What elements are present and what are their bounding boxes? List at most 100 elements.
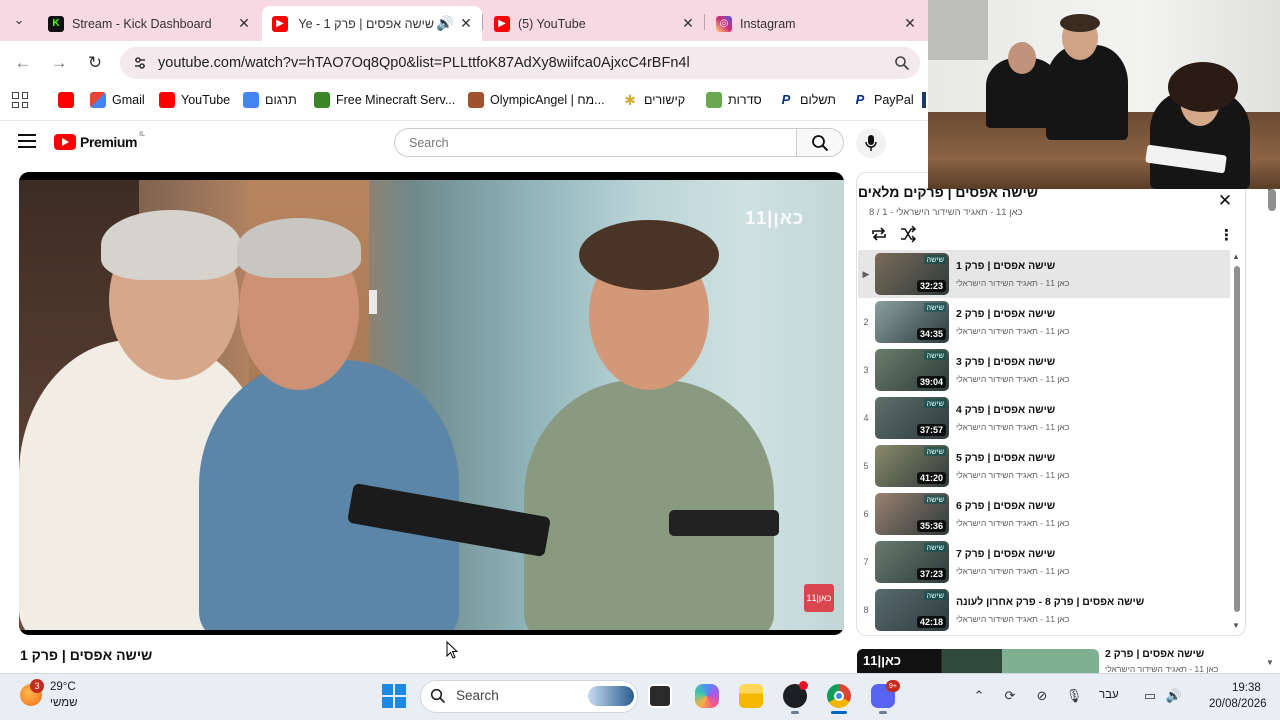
shuffle-icon[interactable] xyxy=(899,225,917,243)
url-text[interactable]: youtube.com/watch?v=hTAO7Oq8Qp0&list=PLL… xyxy=(158,55,690,71)
clock-date[interactable]: 20/08/2026 xyxy=(1209,698,1267,710)
channel-watermark: כאן|11 xyxy=(745,208,804,228)
bookmark-youtube-icon-only[interactable] xyxy=(58,92,80,108)
kick-icon: K xyxy=(48,15,64,32)
playlist-item-channel: כאן 11 - תאגיד השידור הישראלי xyxy=(956,278,1070,288)
reload-icon[interactable]: ↻ xyxy=(84,52,106,74)
youtube-icon xyxy=(159,92,175,108)
bookmark-gmail[interactable]: Gmail xyxy=(90,92,145,108)
forward-icon[interactable]: → xyxy=(48,52,70,74)
voice-search-button[interactable] xyxy=(856,128,886,158)
taskbar-search-label: Search xyxy=(456,688,499,703)
weather-condition[interactable]: שמשי xyxy=(50,697,78,709)
search-icon xyxy=(430,688,446,704)
close-tab-icon[interactable]: ✕ xyxy=(236,15,252,32)
bookmark-overflow[interactable] xyxy=(922,92,926,108)
bookmark-label: קישורים xyxy=(644,93,686,107)
input-language[interactable]: עבר xyxy=(1099,689,1119,701)
back-icon[interactable]: ← xyxy=(12,52,34,74)
bookmark-translate[interactable]: תרגום xyxy=(243,92,297,108)
network-off-icon[interactable]: ⊘ xyxy=(1033,688,1051,704)
bookmark-paypal[interactable]: P PayPal xyxy=(852,92,914,108)
bookmark-payment[interactable]: P תשלום xyxy=(778,92,836,108)
bookmark-youtube[interactable]: YouTube xyxy=(159,92,230,108)
apps-grid-icon[interactable] xyxy=(12,92,28,108)
playlist-item[interactable]: 6 שישה 35:36 שישה אפסים | פרק 6 כאן 11 - תאג… xyxy=(858,490,1230,538)
bookmark-minecraft[interactable]: Free Minecraft Serv... xyxy=(314,92,455,108)
start-windows-icon[interactable] xyxy=(382,684,406,708)
tab-search-dropdown-icon[interactable]: ⌄ xyxy=(6,8,32,32)
bookmark-label: סדרות xyxy=(728,93,762,107)
close-tab-icon[interactable]: ✕ xyxy=(680,15,696,32)
thumbnail-label: שישה xyxy=(924,351,946,360)
playlist-item-thumbnail: שישה 34:35 xyxy=(875,301,949,343)
video-duration: 37:23 xyxy=(916,568,946,580)
bookmark-series[interactable]: סדרות xyxy=(706,92,762,108)
playlist-item[interactable]: 3 שישה 39:04 שישה אפסים | פרק 3 כאן 11 - תאג… xyxy=(858,346,1230,394)
bookmark-olympicangel[interactable]: OlympicAngel | מח... xyxy=(468,92,605,108)
tab-youtube-episode[interactable]: ▶ שישה אפסים | פרק 1 - Ye 🔊 ✕ xyxy=(262,6,482,41)
thumbnail-label: שישה xyxy=(924,495,946,504)
tab-separator xyxy=(482,14,483,30)
scroll-up-icon[interactable]: ▲ xyxy=(1232,252,1240,261)
page-scrollbar[interactable] xyxy=(1268,189,1276,211)
playlist-item-title: שישה אפסים | פרק 2 xyxy=(956,308,1056,320)
search-input[interactable]: Search xyxy=(394,128,797,157)
hamburger-menu-icon[interactable] xyxy=(18,134,36,148)
playlist-item-title: שישה אפסים | פרק 6 xyxy=(956,500,1056,512)
tab-instagram[interactable]: ◎ Instagram ✕ xyxy=(706,6,926,41)
display-icon[interactable]: ▭ xyxy=(1141,688,1159,704)
playlist-item[interactable]: ▶ שישה 32:23 שישה אפסים | פרק 1 כאן 11 - תאג… xyxy=(858,250,1230,298)
copilot-icon[interactable] xyxy=(695,684,719,708)
microphone-icon[interactable]: 🎙 xyxy=(1065,688,1083,704)
page-scroll-down-icon[interactable]: ▼ xyxy=(1266,658,1274,667)
video-player[interactable]: כאן|11 כאן|11 xyxy=(19,172,844,635)
playlist-item-title: שישה אפסים | פרק 5 xyxy=(956,452,1056,464)
file-explorer-icon[interactable] xyxy=(739,684,763,708)
playlist-item-thumbnail: שישה 41:20 xyxy=(875,445,949,487)
tray-overflow-icon[interactable]: ⌃ xyxy=(970,688,988,704)
paypal-icon: P xyxy=(781,92,791,107)
video-duration: 34:35 xyxy=(916,328,946,340)
chrome-center xyxy=(834,691,844,701)
site-info-icon[interactable] xyxy=(132,55,148,71)
youtube-icon: ▶ xyxy=(272,15,288,32)
loop-icon[interactable] xyxy=(870,225,888,243)
close-tab-icon[interactable]: ✕ xyxy=(902,15,918,32)
clock-time[interactable]: 19:38 xyxy=(1232,682,1261,694)
bookmark-links[interactable]: ✱ קישורים xyxy=(622,92,685,108)
video-duration: 41:20 xyxy=(916,472,946,484)
playlist-item-title: שישה אפסים | פרק 1 xyxy=(956,260,1056,272)
next-video-thumbnail[interactable]: כאן|11 xyxy=(857,649,1099,673)
youtube-premium-logo[interactable]: Premium IL xyxy=(54,131,145,150)
playlist-scrollbar[interactable] xyxy=(1234,266,1240,612)
tab-kick-dashboard[interactable]: K Stream - Kick Dashboard ✕ xyxy=(38,6,260,41)
playlist-item[interactable]: 8 שישה 42:18 שישה אפסים | פרק 8 - פרק אחרון… xyxy=(858,586,1230,634)
weather-temperature[interactable]: 29°C xyxy=(50,681,76,693)
playlist-item[interactable]: 4 שישה 37:57 שישה אפסים | פרק 4 כאן 11 - תאג… xyxy=(858,394,1230,442)
active-indicator xyxy=(831,711,847,714)
bookmark-label: Free Minecraft Serv... xyxy=(336,93,456,107)
close-playlist-icon[interactable]: ✕ xyxy=(1216,191,1234,210)
playlist-item[interactable]: 5 שישה 41:20 שישה אפסים | פרק 5 כאן 11 - תאג… xyxy=(858,442,1230,490)
playlist-item[interactable]: 7 שישה 37:23 שישה אפסים | פרק 7 כאן 11 - תאג… xyxy=(858,538,1230,586)
playlist-item-index: ▶ xyxy=(862,268,870,279)
speaker-icon[interactable]: 🔊 xyxy=(434,15,456,32)
next-video-title[interactable]: שישה אפסים | פרק 2 xyxy=(1105,648,1204,660)
playlist-item-channel: כאן 11 - תאגיד השידור הישראלי xyxy=(956,566,1070,576)
youtube-icon xyxy=(58,92,74,108)
scroll-down-icon[interactable]: ▼ xyxy=(1232,621,1240,630)
search-button[interactable] xyxy=(796,128,844,157)
tab-title: (5) YouTube xyxy=(518,16,586,31)
close-tab-icon[interactable]: ✕ xyxy=(458,15,474,32)
bookmark-label: OlympicAngel | מח... xyxy=(490,93,605,107)
zoom-search-icon[interactable] xyxy=(894,55,910,71)
microphone-icon xyxy=(865,135,877,151)
volume-icon[interactable]: 🔊 xyxy=(1165,688,1183,704)
task-view-icon[interactable] xyxy=(648,684,672,708)
more-options-icon[interactable]: ⋮ xyxy=(1219,226,1234,244)
sync-icon[interactable]: ⟳ xyxy=(1001,688,1019,704)
playlist-item[interactable]: 2 שישה 34:35 שישה אפסים | פרק 2 כאן 11 - תאג… xyxy=(858,298,1230,346)
thumbnail-text: כאן|11 xyxy=(863,653,902,668)
tab-youtube-home[interactable]: ▶ (5) YouTube ✕ xyxy=(484,6,704,41)
